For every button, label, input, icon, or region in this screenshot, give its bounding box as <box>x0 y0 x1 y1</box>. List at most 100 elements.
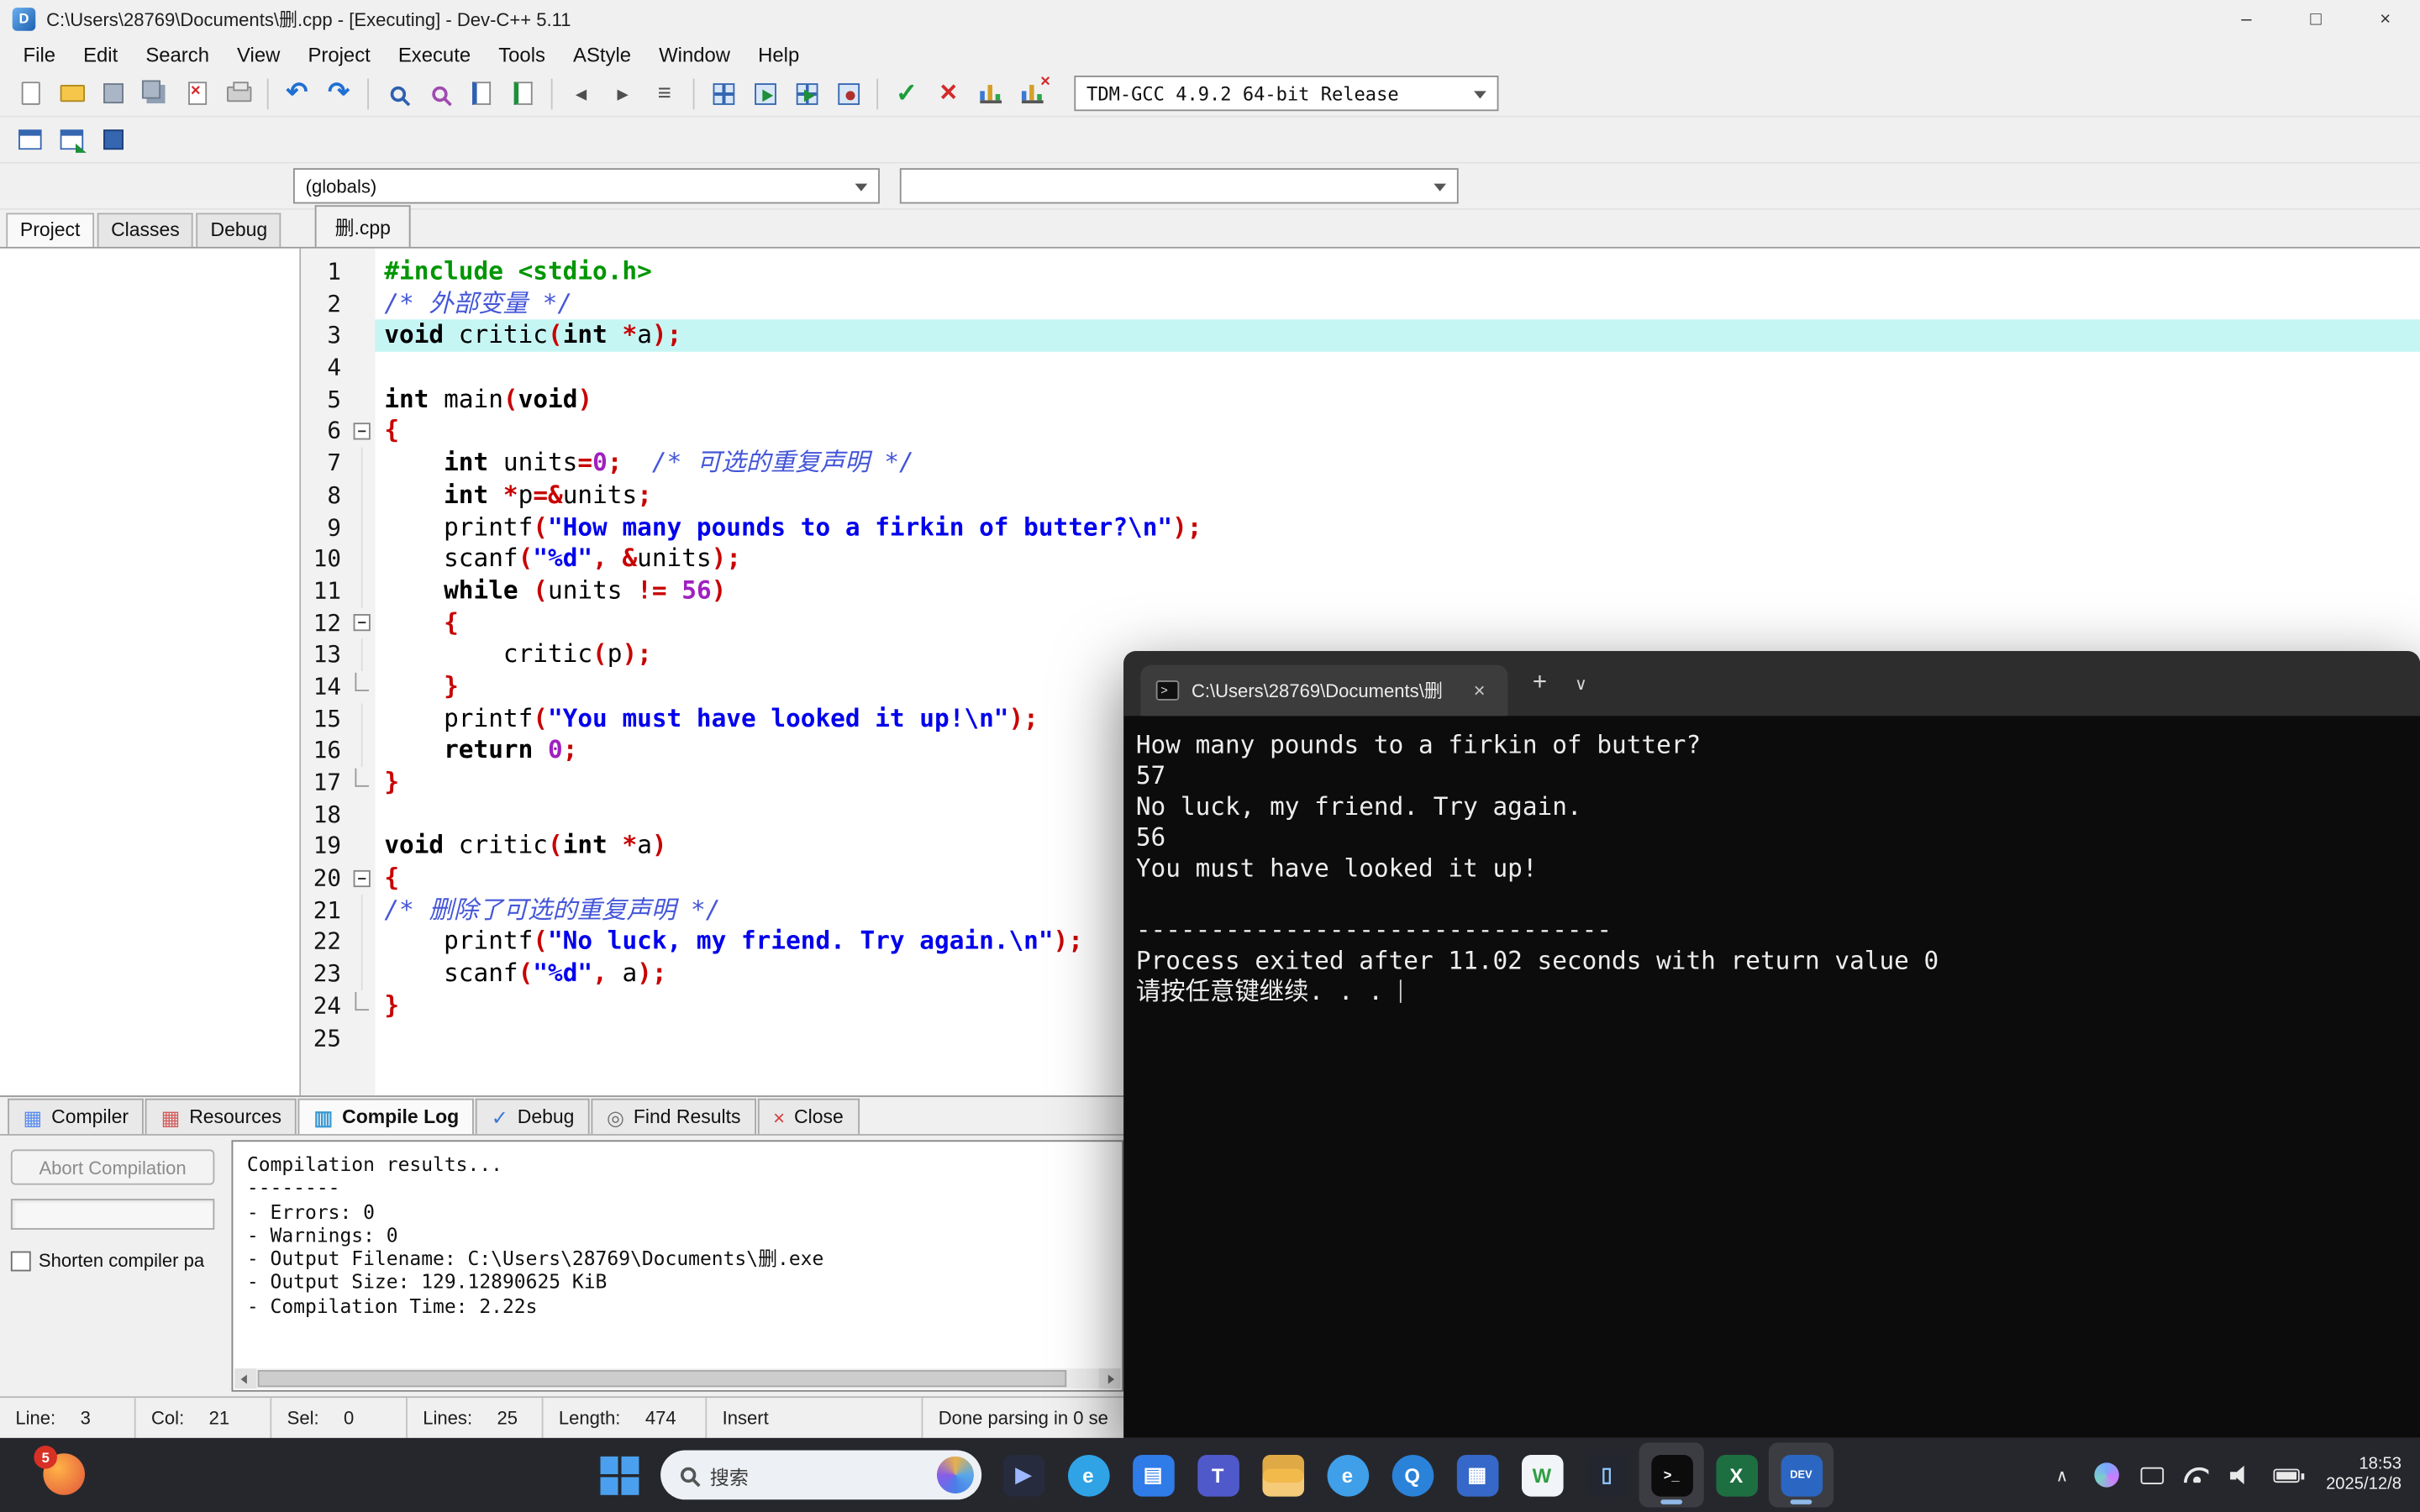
taskbar-app-browser[interactable]: e <box>1315 1442 1380 1507</box>
insert-snippet-button[interactable] <box>9 119 51 160</box>
back-button[interactable] <box>560 73 602 113</box>
fold-margin[interactable] <box>347 384 375 416</box>
clock[interactable]: 18:53 2025/12/8 <box>2326 1454 2402 1496</box>
goto-function-button[interactable] <box>644 73 686 113</box>
toggle-bookmark-button[interactable] <box>51 119 93 160</box>
tab-debug[interactable]: ✓ Debug <box>476 1098 590 1134</box>
goto-bookmark-button[interactable] <box>92 119 134 160</box>
new-file-button[interactable] <box>9 73 51 113</box>
taskbar-app-dev-tool[interactable]: ▦ <box>1444 1442 1509 1507</box>
close-button[interactable]: × <box>2350 0 2420 37</box>
taskbar-app-media-app[interactable]: ▶ <box>991 1442 1055 1507</box>
globals-select[interactable]: (globals) <box>292 168 880 204</box>
code-line[interactable]: 7 int units=0; /* 可选的重复声明 */ <box>301 447 2420 480</box>
start-button[interactable] <box>587 1442 651 1507</box>
tab-close[interactable]: × Close <box>757 1098 860 1134</box>
redo-button[interactable] <box>318 73 360 113</box>
taskbar-app-excel[interactable]: X <box>1704 1442 1769 1507</box>
fold-margin[interactable] <box>347 734 375 767</box>
new-tab-icon[interactable]: + <box>1533 669 1547 697</box>
menu-view[interactable]: View <box>224 39 294 69</box>
profile-analysis-button[interactable] <box>969 73 1011 113</box>
menu-help[interactable]: Help <box>744 39 813 69</box>
scroll-right-icon[interactable] <box>1098 1368 1121 1389</box>
line-number[interactable]: 9 <box>301 512 347 543</box>
menu-astyle[interactable]: AStyle <box>560 39 645 69</box>
taskbar-app-qq[interactable]: Q <box>1380 1442 1444 1507</box>
taskbar-app-phone-link[interactable]: ▯ <box>1574 1442 1639 1507</box>
code-text[interactable]: /* 外部变量 */ <box>375 288 2420 320</box>
replace-button[interactable] <box>418 73 460 113</box>
code-line[interactable]: 5 int main(void) <box>301 384 2420 416</box>
fold-margin[interactable] <box>347 799 375 831</box>
search-box[interactable]: 搜索 <box>660 1450 982 1500</box>
wifi-icon[interactable] <box>2184 1467 2209 1483</box>
taskbar-app-dev-cpp[interactable]: DEV <box>1768 1442 1834 1508</box>
code-line[interactable]: 3 void critic(int *a); <box>301 319 2420 352</box>
code-text[interactable]: int units=0; /* 可选的重复声明 */ <box>375 448 2420 480</box>
fold-margin[interactable] <box>347 1022 375 1054</box>
maximize-button[interactable]: □ <box>2281 0 2351 37</box>
taskbar-app-microsoft-store[interactable]: ▤ <box>1120 1442 1185 1507</box>
line-number[interactable]: 6 <box>301 416 347 448</box>
code-text[interactable]: void critic(int *a); <box>375 319 2420 352</box>
code-line[interactable]: 12 { <box>301 607 2420 639</box>
console-tab[interactable]: C:\Users\28769\Documents\删 × <box>1140 664 1508 717</box>
line-number[interactable]: 16 <box>301 735 347 767</box>
line-number[interactable]: 10 <box>301 543 347 575</box>
code-text[interactable]: printf("How many pounds to a firkin of b… <box>375 512 2420 543</box>
rebuild-all-button[interactable] <box>827 73 869 113</box>
console-window[interactable]: C:\Users\28769\Documents\删 × + ∨ How man… <box>1123 651 2420 1438</box>
shorten-paths-checkbox[interactable] <box>10 1250 31 1271</box>
menu-project[interactable]: Project <box>294 39 384 69</box>
menu-file[interactable]: File <box>9 39 70 69</box>
scrollbar-thumb[interactable] <box>257 1370 1067 1388</box>
fold-margin[interactable] <box>347 831 375 863</box>
find-button[interactable] <box>376 73 418 113</box>
console-body[interactable]: How many pounds to a firkin of butter? 57… <box>1123 716 2420 1007</box>
save-button[interactable] <box>92 73 134 113</box>
line-number[interactable]: 13 <box>301 639 347 671</box>
abort-compilation-button[interactable]: Abort Compilation <box>10 1149 215 1185</box>
line-number[interactable]: 23 <box>301 958 347 990</box>
tab-menu-chevron-icon[interactable]: ∨ <box>1575 674 1587 694</box>
save-all-button[interactable] <box>134 73 176 113</box>
line-number[interactable]: 1 <box>301 256 347 288</box>
tab-find-results[interactable]: ◎ Find Results <box>591 1098 756 1134</box>
goto-line-button[interactable] <box>460 73 502 113</box>
code-text[interactable]: while (units != 56) <box>375 575 2420 607</box>
menu-execute[interactable]: Execute <box>384 39 484 69</box>
left-tab-classes[interactable]: Classes <box>97 213 194 247</box>
incremental-search-button[interactable] <box>502 73 544 113</box>
menu-edit[interactable]: Edit <box>70 39 132 69</box>
compiler-select[interactable]: TDM-GCC 4.9.2 64-bit Release <box>1074 76 1499 112</box>
code-line[interactable]: 8 int *p=&units; <box>301 479 2420 512</box>
line-number[interactable]: 8 <box>301 480 347 512</box>
line-number[interactable]: 15 <box>301 703 347 735</box>
code-line[interactable]: 9 printf("How many pounds to a firkin of… <box>301 511 2420 543</box>
code-text[interactable]: { <box>375 416 2420 448</box>
line-number[interactable]: 7 <box>301 448 347 480</box>
minimize-button[interactable]: – <box>2212 0 2281 37</box>
code-text[interactable]: #include <stdio.h> <box>375 256 2420 288</box>
fold-margin[interactable] <box>347 575 375 607</box>
code-line[interactable]: 11 while (units != 56) <box>301 575 2420 607</box>
console-tab-close-icon[interactable]: × <box>1474 679 1486 702</box>
shorten-paths-option[interactable]: Shorten compiler pa <box>10 1250 219 1271</box>
fold-margin[interactable] <box>347 479 375 512</box>
fold-margin[interactable] <box>347 671 375 703</box>
title-bar[interactable]: D C:\Users\28769\Documents\删.cpp - [Exec… <box>0 0 2420 38</box>
fold-margin[interactable] <box>347 894 375 927</box>
code-line[interactable]: 2 /* 外部变量 */ <box>301 288 2420 320</box>
line-number[interactable]: 3 <box>301 320 347 352</box>
cast-icon[interactable] <box>2139 1466 2164 1484</box>
project-panel[interactable] <box>0 248 302 1096</box>
code-text[interactable]: int main(void) <box>375 384 2420 416</box>
line-number[interactable]: 2 <box>301 288 347 320</box>
print-button[interactable] <box>218 73 260 113</box>
fold-margin[interactable] <box>347 288 375 320</box>
menu-search[interactable]: Search <box>132 39 224 69</box>
close-file-button[interactable] <box>176 73 218 113</box>
line-number[interactable]: 12 <box>301 607 347 639</box>
members-select[interactable] <box>899 168 1459 204</box>
